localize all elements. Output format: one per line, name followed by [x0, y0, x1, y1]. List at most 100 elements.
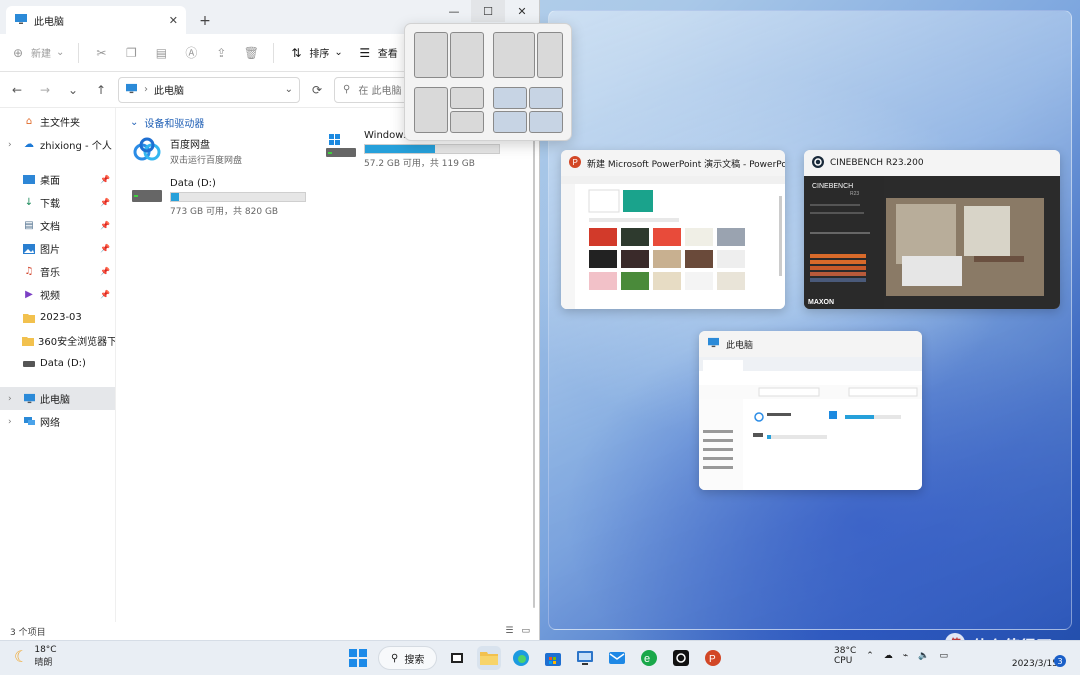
- view-button[interactable]: ☰ 查看: [357, 45, 397, 61]
- nav-data-drive[interactable]: Data (D:): [0, 352, 115, 375]
- edge-icon[interactable]: [509, 646, 533, 670]
- thumbnail-title: 新建 Microsoft PowerPoint 演示文稿 - PowerPo..…: [587, 159, 785, 170]
- weather-widget[interactable]: ☾ 18°C 晴朗: [14, 645, 57, 668]
- share-button[interactable]: ⇪: [213, 46, 229, 60]
- chevron-down-icon: ⌄: [334, 47, 343, 58]
- battery-icon[interactable]: ▭: [939, 651, 948, 661]
- snap-zone[interactable]: [493, 87, 527, 109]
- snap-assist-powerpoint[interactable]: P 新建 Microsoft PowerPoint 演示文稿 - PowerPo…: [561, 150, 785, 309]
- nav-network[interactable]: › 网络: [0, 410, 115, 433]
- snap-zone[interactable]: [450, 111, 484, 133]
- remote-desktop-icon[interactable]: [573, 646, 597, 670]
- file-explorer-taskbar-icon[interactable]: [477, 646, 502, 670]
- nav-pictures[interactable]: 图片 📌: [0, 237, 115, 260]
- chevron-right-icon[interactable]: ›: [8, 140, 22, 150]
- nav-folder-2023-03[interactable]: 2023-03: [0, 306, 115, 329]
- snap-zone[interactable]: [414, 32, 448, 78]
- chevron-right-icon[interactable]: ›: [8, 394, 22, 404]
- nav-onedrive[interactable]: › ☁ zhixiong - 个人: [0, 133, 115, 156]
- refresh-button[interactable]: ⟳: [306, 79, 328, 101]
- snap-zone[interactable]: [493, 111, 527, 133]
- cloud-icon: ☁: [24, 139, 34, 150]
- close-button[interactable]: ✕: [505, 0, 539, 22]
- new-button[interactable]: ⊕ 新建 ⌄: [10, 45, 65, 61]
- task-view-icon[interactable]: [445, 646, 469, 670]
- paste-button[interactable]: ▤: [153, 46, 169, 60]
- mail-icon[interactable]: [605, 646, 629, 670]
- nav-folder-360[interactable]: 360安全浏览器下载: [0, 329, 115, 352]
- nav-documents[interactable]: ▤ 文档 📌: [0, 214, 115, 237]
- sort-arrows-icon: ⇅: [291, 45, 302, 60]
- chevron-up-icon[interactable]: ⌃: [866, 651, 874, 661]
- nav-this-pc-label: 此电脑: [40, 395, 70, 406]
- snap-zone[interactable]: [537, 32, 563, 78]
- snap-zone[interactable]: [493, 32, 535, 78]
- snap-assist-cinebench[interactable]: CINEBENCH R23.200 CINEBENCH R23 MAXON: [804, 150, 1060, 309]
- snap-zone[interactable]: [529, 87, 563, 109]
- network-icon[interactable]: ⌁: [903, 651, 908, 661]
- tab-this-pc[interactable]: 此电脑 ✕: [6, 6, 186, 34]
- maxon-logo: MAXON: [808, 299, 834, 306]
- snap-zone[interactable]: [529, 111, 563, 133]
- nav-videos-label: 视频: [40, 291, 60, 302]
- start-button[interactable]: [346, 646, 370, 670]
- nav-downloads[interactable]: ↓ 下载 📌: [0, 191, 115, 214]
- taskbar-search[interactable]: ⚲ 搜索: [378, 646, 438, 670]
- minimize-button[interactable]: —: [437, 0, 471, 22]
- drive-baidu[interactable]: 百度网盘 双击运行百度网盘: [132, 136, 242, 166]
- nav-folder-label: 360安全浏览器下载: [38, 337, 115, 348]
- forward-button[interactable]: →: [34, 79, 56, 101]
- store-icon[interactable]: [541, 646, 565, 670]
- 360-browser-icon[interactable]: e: [637, 646, 661, 670]
- svg-text:P: P: [573, 158, 578, 167]
- folder-icon: [22, 312, 36, 324]
- address-bar[interactable]: › 此电脑 ⌄: [118, 76, 300, 103]
- chevron-down-icon[interactable]: ⌄: [285, 84, 293, 95]
- drive-icon: [22, 358, 36, 370]
- close-tab-icon[interactable]: ✕: [169, 14, 178, 27]
- notification-badge[interactable]: 3: [1054, 655, 1066, 667]
- up-button[interactable]: ↑: [90, 79, 112, 101]
- recent-locations-button[interactable]: ⌄: [62, 79, 84, 101]
- snap-zone[interactable]: [450, 32, 484, 78]
- back-button[interactable]: ←: [6, 79, 28, 101]
- volume-icon[interactable]: 🔈: [918, 651, 929, 661]
- drive-d[interactable]: Data (D:) 773 GB 可用，共 820 GB: [132, 178, 306, 217]
- vertical-scrollbar[interactable]: [532, 110, 536, 610]
- drive-subtitle: 双击运行百度网盘: [170, 156, 243, 166]
- search-icon: ⚲: [343, 84, 351, 95]
- maximize-button[interactable]: ☐: [471, 0, 505, 22]
- date: 2023/3/15: [1011, 659, 1058, 669]
- tiles-view-icon[interactable]: ▭: [521, 626, 530, 636]
- cinebench-taskbar-icon[interactable]: [669, 646, 693, 670]
- powerpoint-taskbar-icon[interactable]: P: [701, 646, 725, 670]
- chevron-down-icon: ⌄: [56, 47, 65, 58]
- copy-button[interactable]: ❐: [123, 46, 139, 60]
- chevron-right-icon[interactable]: ›: [8, 417, 22, 427]
- details-view-icon[interactable]: ☰: [505, 626, 513, 636]
- snap-zone[interactable]: [414, 87, 448, 133]
- nav-music[interactable]: ♫ 音乐 📌: [0, 260, 115, 283]
- rename-button[interactable]: Ⓐ: [183, 44, 199, 61]
- snap-zone[interactable]: [450, 87, 484, 109]
- drive-usage-fill: [171, 193, 180, 201]
- nav-home[interactable]: ⌂ 主文件夹: [0, 110, 115, 133]
- delete-button[interactable]: 🗑: [243, 46, 259, 60]
- snap-assist-explorer[interactable]: 此电脑: [699, 331, 922, 490]
- content-area: ⌄ 设备和驱动器 百度网盘 双击运行百度网盘 Windows (C:) 57.2…: [116, 108, 540, 622]
- nav-desktop[interactable]: 桌面 📌: [0, 168, 115, 191]
- nav-this-pc[interactable]: › 此电脑: [0, 387, 115, 410]
- taskbar-search-label: 搜索: [404, 654, 425, 666]
- drive-name: Data (D:): [170, 178, 216, 189]
- nav-videos[interactable]: ▶ 视频 📌: [0, 283, 115, 306]
- cinebench-icon: [812, 155, 824, 171]
- cut-button[interactable]: ✂: [93, 46, 109, 60]
- cpu-temperature[interactable]: 38°C CPU: [834, 646, 856, 666]
- new-tab-button[interactable]: +: [192, 8, 218, 34]
- thumbnail-title: 此电脑: [726, 340, 754, 351]
- thumbnail-preview: [561, 176, 785, 309]
- thumbnail-preview: [699, 357, 922, 490]
- clock[interactable]: 2023/3/15: [1012, 645, 1058, 669]
- sort-button[interactable]: ⇅ 排序 ⌄: [288, 45, 343, 61]
- cloud-icon[interactable]: ☁: [884, 651, 893, 661]
